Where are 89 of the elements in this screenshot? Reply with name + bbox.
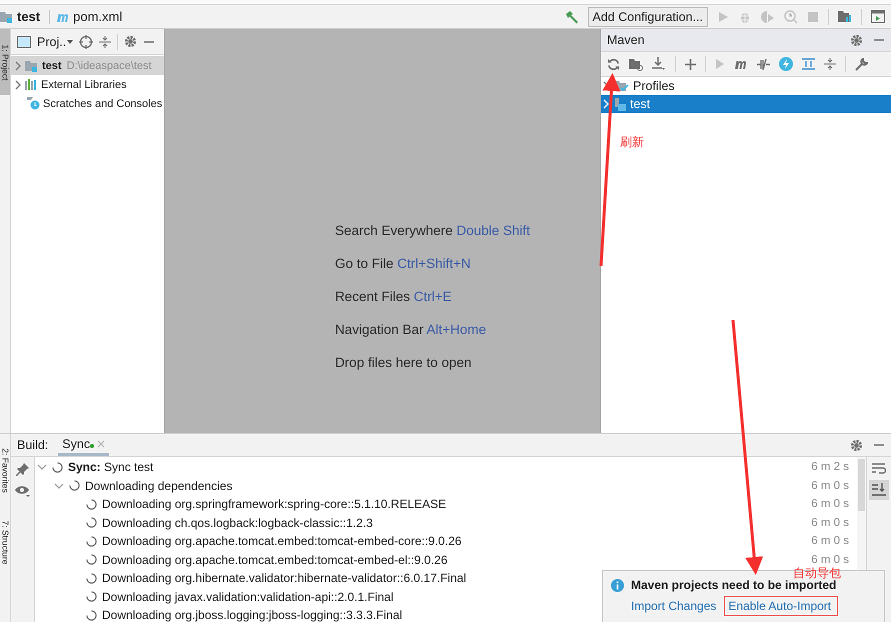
spinner-icon xyxy=(52,462,63,473)
window-icon[interactable] xyxy=(871,10,885,23)
spinner-icon xyxy=(86,591,97,602)
build-step: Downloading org.jboss.logging:jboss-logging::3.3.3.Final xyxy=(102,608,402,622)
project-tool-tab[interactable]: 1: Project xyxy=(0,29,10,95)
spinner-icon xyxy=(86,498,97,510)
folder-refresh-icon[interactable] xyxy=(629,58,643,70)
maven-file-icon xyxy=(56,12,70,22)
folder-check-icon xyxy=(614,80,629,92)
annotation-label: 刷新 xyxy=(620,134,644,151)
settings-icon[interactable] xyxy=(850,438,863,452)
structure-tool-tab[interactable]: 7: Structure xyxy=(0,506,10,578)
view-dropdown[interactable]: Proj.. xyxy=(37,34,74,48)
elapsed-time: 6 m 0 s xyxy=(811,535,849,548)
refresh-icon[interactable] xyxy=(607,58,620,70)
elapsed-time: 6 m 0 s xyxy=(811,516,849,529)
maven-project-icon xyxy=(614,98,626,110)
build-step: Downloading org.hibernate.validator:hibernate-validator::6.0.17.Final xyxy=(102,571,466,586)
folder-icon xyxy=(25,60,39,72)
settings-icon[interactable] xyxy=(850,34,863,46)
chevron-icon[interactable] xyxy=(37,462,47,472)
notification-title: Maven projects need to be imported xyxy=(631,578,836,592)
expand-icon[interactable] xyxy=(802,58,815,70)
add-icon[interactable] xyxy=(685,58,696,70)
spinner-icon xyxy=(86,536,97,547)
module-name: test xyxy=(42,60,62,72)
scrollbar-thumb[interactable] xyxy=(858,459,865,511)
build-step: Downloading org.springframework:spring-core::5.1.10.RELEASE xyxy=(102,497,446,512)
project-tree-item[interactable]: test D:\ideaspace\test xyxy=(11,56,164,75)
panel-title: Build: xyxy=(17,438,48,452)
lightning-icon[interactable] xyxy=(779,57,793,71)
elapsed-time: 6 m 0 s xyxy=(811,480,849,492)
spinner-icon xyxy=(86,517,97,528)
chevron-icon[interactable] xyxy=(14,60,22,70)
scratches-label: Scratches and Consoles xyxy=(43,98,162,110)
info-icon xyxy=(611,578,624,592)
eye-icon[interactable] xyxy=(15,485,30,497)
project-structure-icon[interactable] xyxy=(838,10,852,23)
editor-hint: Go to File Ctrl+Shift+N xyxy=(334,256,472,273)
locate-icon[interactable] xyxy=(79,34,94,48)
module-path: D:\ideaspace\test xyxy=(66,60,152,72)
maven-tree-item[interactable]: test xyxy=(601,95,891,113)
spinner-icon xyxy=(69,480,80,492)
hammer-icon[interactable] xyxy=(564,10,578,24)
panel-title: Maven xyxy=(607,33,646,47)
pin-icon[interactable] xyxy=(16,463,29,476)
editor-hint: Navigation Bar Alt+Home xyxy=(334,322,488,339)
spinner-icon xyxy=(86,554,97,566)
breadcrumb-item[interactable]: test xyxy=(17,9,40,24)
breadcrumb-item[interactable]: pom.xml xyxy=(73,9,122,24)
scratch-clock-icon xyxy=(27,97,40,110)
scroll-to-end-icon[interactable] xyxy=(869,480,889,500)
notification-link[interactable]: Import Changes xyxy=(627,596,720,616)
editor-hint: Recent Files Ctrl+E xyxy=(334,289,453,306)
folder-icon xyxy=(0,10,14,22)
panel-icon xyxy=(17,36,31,48)
build-step: Downloading dependencies xyxy=(85,478,232,493)
library-icon xyxy=(25,79,38,90)
build-step: Downloading ch.qos.logback:logback-classic::1.2.3 xyxy=(102,516,373,530)
spinner-icon xyxy=(86,610,97,621)
notification-link[interactable]: Enable Auto-Import xyxy=(724,596,838,616)
elapsed-time: 6 m 0 s xyxy=(811,554,849,566)
project-tree-item[interactable]: Scratches and Consoles xyxy=(11,94,164,113)
wrench-icon[interactable] xyxy=(855,58,868,70)
maven-goal-icon[interactable] xyxy=(734,59,748,69)
collapse-icon[interactable] xyxy=(824,58,836,70)
elapsed-time: 6 m 2 s xyxy=(811,461,849,474)
elapsed-time: 6 m 0 s xyxy=(811,498,849,510)
favorites-tool-tab[interactable]: 2: Favorites xyxy=(0,434,10,506)
soft-wrap-icon[interactable] xyxy=(872,463,886,475)
spinner-icon xyxy=(86,572,97,584)
project-tree-item[interactable]: External Libraries xyxy=(11,75,164,94)
settings-icon[interactable] xyxy=(124,35,138,48)
build-step: Sync: Sync test xyxy=(68,460,154,474)
add-configuration-button[interactable]: Add Configuration... xyxy=(588,6,708,26)
tab-label: Sync xyxy=(62,436,90,450)
build-step: Downloading javax.validation:validation-api::2.0.1.Final xyxy=(102,590,394,604)
annotation-label: 自动导包 xyxy=(793,565,841,580)
maven-tree-item[interactable]: Profiles xyxy=(601,77,891,95)
toggle-offline-icon[interactable] xyxy=(757,58,770,70)
editor-hint: Drop files here to open xyxy=(334,355,473,372)
collapse-icon[interactable] xyxy=(99,36,112,48)
chevron-icon[interactable] xyxy=(54,480,64,491)
build-step: Downloading org.apache.tomcat.embed:tomcat-embed-core::9.0.26 xyxy=(102,534,462,548)
download-icon[interactable] xyxy=(652,57,666,71)
editor-hint: Search Everywhere Double Shift xyxy=(334,223,530,240)
library-label: External Libraries xyxy=(41,78,127,90)
build-step: Downloading org.apache.tomcat.embed:tomcat-embed-el::9.0.26 xyxy=(102,552,448,567)
chevron-icon[interactable] xyxy=(14,80,22,90)
